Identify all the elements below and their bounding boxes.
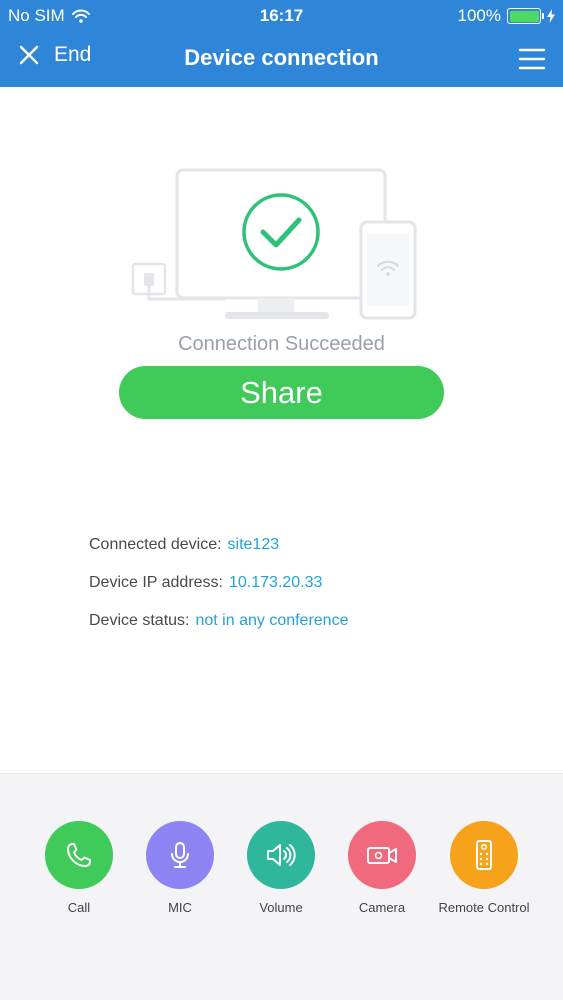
volume-button-circle <box>247 821 315 889</box>
video-camera-icon <box>367 847 397 864</box>
share-button[interactable]: Share <box>119 366 444 419</box>
connected-device-value: site123 <box>227 536 280 553</box>
mic-button-circle <box>146 821 214 889</box>
connected-device-label: Connected device: <box>89 536 222 553</box>
speaker-icon <box>267 844 296 866</box>
device-status-label: Device status: <box>89 612 190 629</box>
end-label: End <box>54 43 92 66</box>
microphone-icon <box>171 842 189 868</box>
device-ip-value: 10.173.20.33 <box>229 574 323 591</box>
charging-bolt-icon <box>547 9 555 23</box>
mic-button[interactable]: MIC <box>125 821 235 915</box>
end-button[interactable]: End <box>18 43 91 67</box>
connected-device-row: Connected device: site123 <box>89 536 279 554</box>
battery-percent: 100% <box>457 6 501 25</box>
call-button[interactable]: Call <box>24 821 134 915</box>
navigation-bar: End Device connection <box>0 30 563 87</box>
mic-label: MIC <box>168 900 192 915</box>
remote-control-button-circle <box>450 821 518 889</box>
camera-button[interactable]: Camera <box>327 821 437 915</box>
close-icon <box>19 45 39 65</box>
device-ip-label: Device IP address: <box>89 574 223 591</box>
device-status-row: Device status: not in any conference <box>89 612 348 630</box>
menu-icon[interactable] <box>517 44 547 74</box>
battery-fill <box>509 10 539 22</box>
battery-icon <box>507 8 544 24</box>
remote-control-button[interactable]: Remote Control <box>429 821 539 915</box>
remote-control-label: Remote Control <box>438 900 530 915</box>
device-ip-row: Device IP address: 10.173.20.33 <box>89 574 322 592</box>
camera-button-circle <box>348 821 416 889</box>
status-bar: No SIM 16:17 100% <box>0 0 563 30</box>
camera-label: Camera <box>358 900 406 915</box>
remote-control-icon <box>476 840 492 870</box>
connection-status-text: Connection Succeeded <box>178 333 385 355</box>
volume-label: Volume <box>259 900 303 915</box>
device-status-value: not in any conference <box>195 612 349 629</box>
phone-icon <box>67 843 91 867</box>
call-label: Call <box>67 900 91 915</box>
phone-graphic <box>359 220 417 320</box>
volume-button[interactable]: Volume <box>226 821 336 915</box>
status-right: 100% <box>458 6 555 26</box>
call-button-circle <box>45 821 113 889</box>
connection-illustration <box>131 168 417 320</box>
checkmark-icon <box>242 193 320 271</box>
bottom-toolbar: Call MIC Volume Camera Remote Control <box>0 773 563 1000</box>
